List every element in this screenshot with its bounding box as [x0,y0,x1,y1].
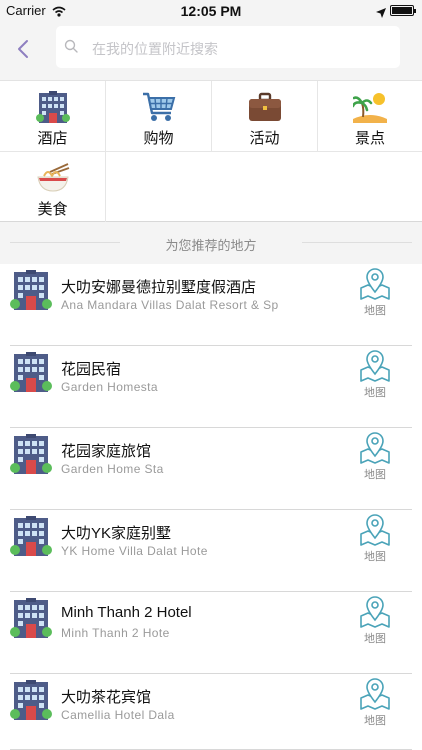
category-activity[interactable]: 活动 [212,81,318,152]
list-item[interactable]: 大叻茶花宾馆 Camellia Hotel Dala 地图 [10,674,412,750]
map-pin-icon [360,350,390,382]
map-button[interactable]: 地图 [358,514,392,564]
map-pin-icon [360,514,390,546]
list-item[interactable]: Minh Thanh 2 Hotel Minh Thanh 2 Hote 地图 [10,592,412,674]
place-list: 大叻安娜曼德拉别墅度假酒店 Ana Mandara Villas Dalat R… [0,264,422,750]
category-label: 酒店 [37,130,68,147]
shopping-cart-icon [141,91,177,123]
place-name: 大叻安娜曼德拉别墅度假酒店 [61,279,257,296]
nav-header: 在我的位置附近搜索 [0,22,422,80]
map-label: 地图 [364,633,386,645]
hotel-icon [10,516,52,556]
section-header: 为您推荐的地方 [0,222,422,264]
beach-icon [352,91,388,123]
location-arrow-icon [376,5,386,23]
hotel-icon [10,270,52,310]
map-button[interactable]: 地图 [358,678,392,728]
search-input[interactable]: 在我的位置附近搜索 [56,26,400,68]
place-subtitle: Minh Thanh 2 Hote [61,626,170,640]
map-label: 地图 [364,387,386,399]
category-shopping[interactable]: 购物 [106,81,212,152]
section-title: 为您推荐的地方 [165,238,257,253]
map-button[interactable]: 地图 [358,268,392,318]
map-pin-icon [360,432,390,464]
chevron-left-icon [18,40,28,58]
category-label: 活动 [249,130,280,147]
search-icon [64,39,78,53]
hotel-icon [35,91,71,123]
place-name: 大叻YK家庭别墅 [61,525,172,542]
place-name: 花园民宿 [61,361,122,378]
map-button[interactable]: 地图 [358,596,392,646]
map-button[interactable]: 地图 [358,350,392,400]
place-name: 大叻茶花宾馆 [61,689,152,706]
category-food[interactable]: 美食 [0,152,106,223]
place-name: Minh Thanh 2 Hotel [61,604,192,621]
category-label: 购物 [143,130,174,147]
hotel-icon [10,680,52,720]
map-button[interactable]: 地图 [358,432,392,482]
clock: 12:05 PM [180,3,242,19]
place-subtitle: Garden Home Sta [61,462,164,476]
list-item[interactable]: 花园民宿 Garden Homesta 地图 [10,346,412,428]
category-hotel[interactable]: 酒店 [0,81,106,152]
hotel-icon [10,434,52,474]
map-label: 地图 [364,551,386,563]
map-pin-icon [360,596,390,628]
category-label: 美食 [37,201,68,218]
hotel-icon [10,598,52,638]
battery-icon [390,5,416,16]
list-item[interactable]: 大叻YK家庭别墅 YK Home Villa Dalat Hote 地图 [10,510,412,592]
map-pin-icon [360,268,390,300]
back-button[interactable] [10,34,36,64]
hotel-icon [10,352,52,392]
briefcase-icon [247,91,283,123]
place-subtitle: YK Home Villa Dalat Hote [61,544,208,558]
search-placeholder: 在我的位置附近搜索 [92,41,218,57]
map-label: 地图 [364,305,386,317]
status-bar: Carrier 12:05 PM [0,0,422,22]
place-name: 花园家庭旅馆 [61,443,152,460]
divider [302,242,412,243]
map-label: 地图 [364,469,386,481]
list-item[interactable]: 大叻安娜曼德拉别墅度假酒店 Ana Mandara Villas Dalat R… [10,264,412,346]
place-subtitle: Ana Mandara Villas Dalat Resort & Sp [61,298,279,312]
place-subtitle: Camellia Hotel Dala [61,708,175,722]
category-label: 景点 [354,130,385,147]
place-subtitle: Garden Homesta [61,380,158,394]
list-item[interactable]: 花园家庭旅馆 Garden Home Sta 地图 [10,428,412,510]
map-label: 地图 [364,715,386,727]
category-scenic[interactable]: 景点 [318,81,422,152]
noodles-icon [35,162,71,194]
map-pin-icon [360,678,390,710]
category-grid: 酒店 购物 活动 景点 美食 [0,80,422,223]
